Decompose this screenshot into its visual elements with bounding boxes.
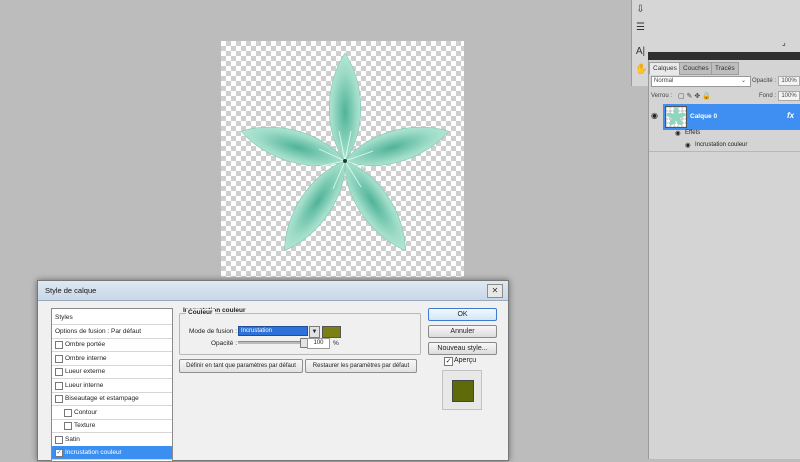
style-checkbox[interactable] (55, 354, 63, 363)
close-button[interactable]: ✕ (487, 284, 503, 298)
flower-image (240, 52, 450, 251)
tab-couches[interactable]: Couches (679, 62, 713, 75)
set-default-button[interactable]: Définir en tant que paramètres par défau… (179, 359, 303, 373)
style-item-label: Options de fusion : Par défaut (55, 327, 141, 335)
eye-icon[interactable]: ◉ (651, 111, 658, 120)
style-checkbox[interactable] (55, 435, 63, 444)
hand-icon[interactable]: ✋ (635, 64, 647, 75)
style-item-label: Biseautage et estampage (65, 395, 139, 402)
eye-icon[interactable]: ◉ (675, 129, 681, 137)
style-item[interactable]: Texture (52, 419, 172, 433)
preview-label: Aperçu (454, 357, 477, 364)
style-checkbox[interactable] (55, 395, 63, 403)
resize-grip-icon[interactable]: ⌟ (782, 38, 786, 47)
style-item[interactable]: Contour (52, 406, 172, 420)
opacity-input[interactable]: 100 (307, 338, 330, 349)
dialog-title: Style de calque (45, 286, 97, 295)
opacity-label: Opacité : (752, 78, 777, 84)
layer-name: Calque 0 (690, 113, 718, 120)
flower-thumbnail-icon (666, 107, 686, 126)
layer-opacity-field[interactable]: 100% (778, 76, 800, 86)
overlay-color-swatch[interactable] (322, 326, 341, 338)
tab-traces[interactable]: Tracés (711, 62, 739, 75)
eye-icon[interactable]: ◉ (685, 141, 691, 149)
effect-item-incrustation-couleur[interactable]: Incrustation couleur (695, 142, 747, 148)
upper-panel: ⌟ (648, 0, 800, 52)
fx-icon[interactable]: fx (787, 111, 794, 120)
style-list: Styles Options de fusion : Par défaut Ombr… (51, 308, 173, 462)
chevron-down-icon[interactable]: ▼ (309, 326, 320, 338)
style-item[interactable]: Lueur interne (52, 379, 172, 393)
petal (284, 160, 346, 251)
reset-default-button[interactable]: Restaurer les paramètres par défaut (305, 359, 417, 373)
preview-checkbox[interactable]: ✓ (444, 357, 453, 366)
divider (649, 151, 800, 152)
style-item[interactable]: ✓ Incrustation couleur (52, 446, 172, 460)
tool-strip: ⇩ ☰ A| ✋ (631, 0, 649, 86)
tool-icon[interactable]: ☰ (635, 22, 646, 33)
layers-panel: Calques Couches Tracés Normal ⌄ Opacité … (648, 60, 800, 459)
petal (328, 52, 362, 162)
preview-swatch (452, 380, 474, 402)
preview-box (442, 370, 482, 410)
style-item-label: Texture (74, 422, 96, 429)
style-item[interactable]: Satin (52, 433, 172, 447)
layer-style-dialog: Style de calque ✕ Styles Options de fusio… (37, 280, 509, 462)
blend-mode-label: Mode de fusion : (189, 328, 238, 335)
blend-mode-select[interactable]: Incrustation (238, 326, 308, 336)
blend-row: Normal ⌄ Opacité : 100% (649, 76, 800, 88)
style-item-label: Ombre interne (65, 354, 107, 362)
style-item-label: Lueur externe (65, 368, 106, 375)
style-item-label: Lueur interne (65, 381, 104, 389)
ok-button[interactable]: OK (428, 308, 497, 321)
chevron-down-icon: ⌄ (741, 78, 747, 84)
text-tool-icon[interactable]: A| (635, 46, 646, 57)
layer-item-calque-0[interactable]: Calque 0 fx (663, 104, 800, 130)
tab-calques[interactable]: Calques (649, 62, 681, 75)
style-item[interactable]: Styles (52, 311, 172, 325)
effects-label: Effets (685, 130, 701, 136)
cancel-button[interactable]: Annuler (428, 325, 497, 338)
style-item-label: Ombre portée (65, 341, 106, 348)
style-checkbox[interactable] (55, 341, 63, 349)
layer-thumbnail (665, 106, 687, 128)
opacity-label: Opacité : (211, 340, 238, 347)
style-checkbox[interactable] (64, 408, 72, 417)
fill-label: Fond : (759, 93, 777, 99)
style-item[interactable]: Ombre portée (52, 338, 172, 352)
style-item[interactable]: Biseautage et estampage (52, 392, 172, 406)
style-item[interactable]: Lueur externe (52, 365, 172, 379)
opacity-unit: % (333, 340, 339, 347)
new-style-button[interactable]: Nouveau style... (428, 342, 497, 355)
settings-area: Incrustation couleur Couleur Mode de fus… (175, 305, 421, 460)
dialog-titlebar[interactable]: Style de calque ✕ (38, 281, 508, 301)
style-item-label: Satin (65, 435, 80, 443)
panel-drag-bar[interactable] (648, 52, 800, 60)
style-item-label: Contour (74, 408, 98, 416)
style-checkbox[interactable] (55, 381, 63, 390)
layer-fill-field[interactable]: 100% (778, 91, 800, 101)
lock-icons[interactable]: ▢ ✎ ✥ 🔒 (678, 92, 711, 100)
lock-label: Verrou : (651, 93, 673, 99)
group-title: Couleur (186, 309, 215, 316)
lock-row: Verrou : ▢ ✎ ✥ 🔒 Fond : 100% (649, 91, 800, 103)
document-canvas[interactable] (221, 41, 464, 277)
style-item-label: Incrustation couleur (65, 449, 122, 456)
style-checkbox[interactable] (55, 368, 63, 376)
tool-icon[interactable]: ⇩ (635, 4, 646, 15)
style-item[interactable]: Ombre interne (52, 352, 172, 366)
opacity-slider-track[interactable] (238, 341, 308, 344)
layer-blend-select[interactable]: Normal (651, 76, 751, 87)
style-checkbox[interactable] (64, 422, 72, 430)
style-item[interactable]: Options de fusion : Par défaut (52, 325, 172, 339)
style-checkbox[interactable]: ✓ (55, 449, 63, 457)
style-item-label: Styles (55, 314, 73, 321)
